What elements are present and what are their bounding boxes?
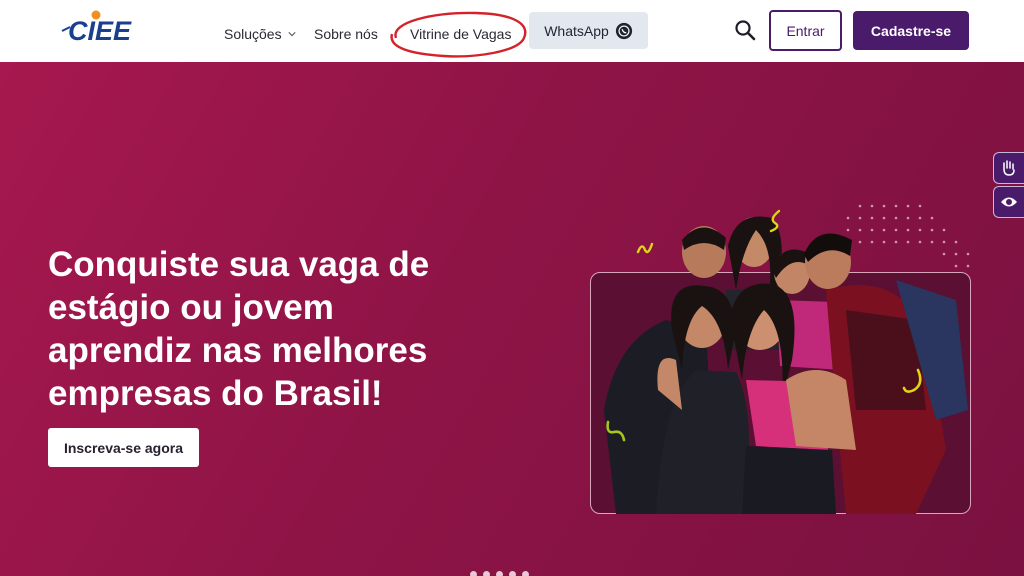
- whatsapp-icon: [615, 22, 632, 39]
- ciee-logo[interactable]: CIEE: [60, 9, 144, 45]
- nav-vitrine-de-vagas[interactable]: Vitrine de Vagas: [410, 26, 511, 42]
- carousel-dot[interactable]: [496, 571, 503, 576]
- nav-sobre-nos[interactable]: Sobre nós: [314, 26, 378, 42]
- accessibility-contrast-button[interactable]: [993, 186, 1024, 218]
- signup-label: Cadastre-se: [870, 22, 952, 39]
- signup-now-button[interactable]: Inscreva-se agora: [48, 428, 199, 467]
- svg-text:CIEE: CIEE: [68, 16, 132, 45]
- login-button[interactable]: Entrar: [769, 10, 842, 51]
- nav-vitrine-label: Vitrine de Vagas: [410, 26, 512, 42]
- search-icon[interactable]: [734, 19, 756, 41]
- hero-headline: Conquiste sua vaga de estágio ou jovem a…: [48, 245, 430, 413]
- nav-solucoes-label: Soluções: [224, 26, 282, 42]
- sign-language-button[interactable]: [993, 152, 1024, 184]
- student-figure-7: [786, 370, 856, 450]
- site-header: CIEE Soluções Sobre nós Vitrine de Vagas…: [0, 0, 1024, 62]
- whatsapp-button[interactable]: WhatsApp: [529, 12, 648, 49]
- decorative-squiggle: [902, 368, 922, 393]
- whatsapp-label: WhatsApp: [544, 22, 609, 39]
- nav-solucoes[interactable]: Soluções: [224, 26, 296, 42]
- decorative-squiggle: [636, 242, 654, 254]
- chevron-down-icon: [287, 32, 296, 37]
- decorative-squiggle: [769, 209, 781, 233]
- sign-language-icon: [1003, 160, 1015, 176]
- carousel-dot[interactable]: [483, 571, 490, 576]
- signup-now-label: Inscreva-se agora: [63, 439, 184, 456]
- login-label: Entrar: [786, 22, 825, 39]
- signup-button[interactable]: Cadastre-se: [853, 11, 969, 50]
- eye-icon: [1001, 197, 1017, 207]
- decorative-squiggle: [606, 420, 626, 442]
- carousel-dot[interactable]: [470, 571, 477, 576]
- carousel-pagination: [470, 571, 529, 576]
- carousel-dot[interactable]: [509, 571, 516, 576]
- carousel-dot[interactable]: [522, 571, 529, 576]
- nav-sobre-nos-label: Sobre nós: [314, 26, 378, 42]
